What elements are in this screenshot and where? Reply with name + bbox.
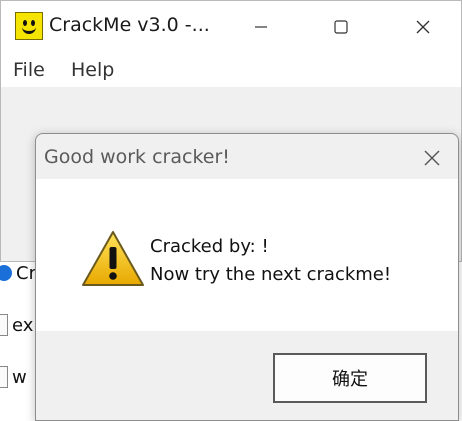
- close-icon: [416, 20, 430, 34]
- window-title: CrackMe v3.0 -...: [49, 14, 210, 36]
- dialog-message: Cracked by: ! Now try the next crackme!: [150, 233, 391, 289]
- background-list-item[interactable]: Cr: [0, 258, 36, 288]
- warning-icon: [80, 229, 146, 289]
- close-icon: [424, 150, 440, 166]
- menu-file[interactable]: File: [13, 59, 45, 81]
- dialog-close-button[interactable]: [414, 140, 450, 176]
- minimize-icon: [255, 26, 267, 28]
- background-list-item[interactable]: ex: [0, 310, 33, 340]
- app-icon: [0, 265, 12, 281]
- file-icon: [0, 314, 8, 336]
- ok-button[interactable]: 确定: [273, 353, 427, 403]
- smiley-icon: [15, 12, 43, 40]
- message-line: Now try the next crackme!: [150, 264, 392, 285]
- minimize-button[interactable]: [241, 7, 281, 47]
- menu-help[interactable]: Help: [71, 59, 114, 81]
- screen: Cr ex w CrackMe v3.0 -... File Help Good…: [0, 0, 462, 421]
- message-line: Cracked by: !: [150, 236, 269, 257]
- close-button[interactable]: [403, 7, 443, 47]
- title-bar[interactable]: CrackMe v3.0 -...: [1, 1, 461, 53]
- message-dialog: Good work cracker! Cracked by: ! Now try…: [35, 133, 459, 421]
- dialog-body: Cracked by: ! Now try the next crackme!: [36, 179, 458, 331]
- list-item-label: Cr: [16, 262, 36, 284]
- menu-bar: File Help: [1, 53, 461, 87]
- maximize-button[interactable]: [321, 7, 361, 47]
- background-list-item[interactable]: w: [0, 362, 27, 392]
- list-item-label: ex: [12, 314, 34, 336]
- dialog-title: Good work cracker!: [44, 146, 230, 168]
- maximize-icon: [334, 20, 348, 34]
- file-icon: [0, 366, 8, 388]
- list-item-label: w: [12, 366, 27, 388]
